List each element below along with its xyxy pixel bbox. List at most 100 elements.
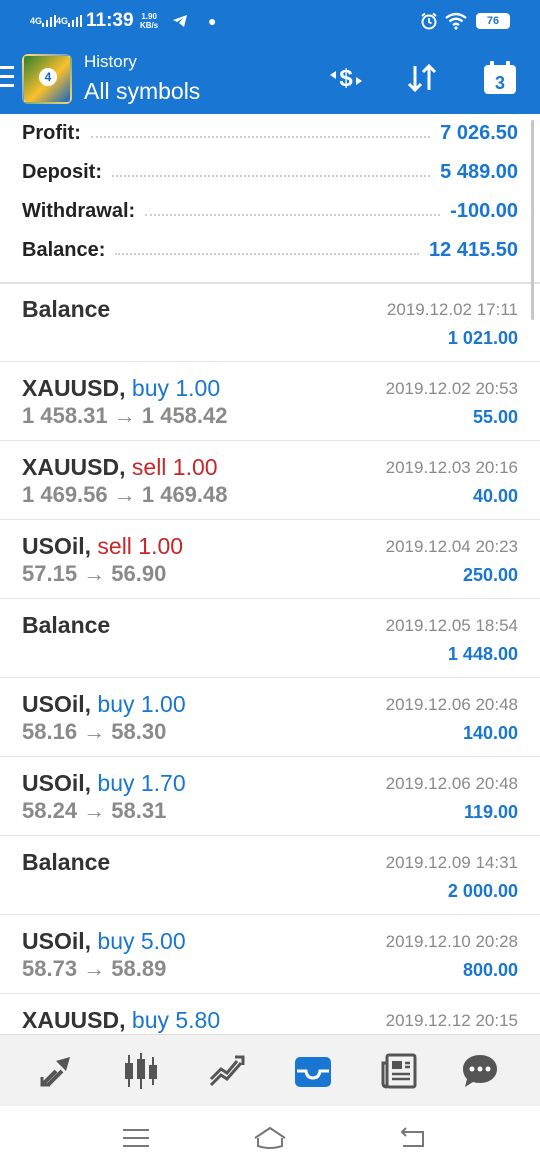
network-type-1: 4G bbox=[30, 15, 43, 26]
top-toolbar: 4 History All symbols $ 3 bbox=[0, 42, 540, 114]
deposit-withdraw-button[interactable]: $ bbox=[324, 56, 368, 100]
back-button[interactable] bbox=[392, 1122, 432, 1154]
deal-date: 2019.12.09 14:31 bbox=[385, 853, 518, 872]
network-speed: 1.90 KB/s bbox=[140, 12, 159, 30]
deal-prices: 58.73 → 58.89 bbox=[22, 956, 167, 981]
calendar-icon: 3 bbox=[484, 61, 516, 94]
history-list: Balance 2019.12.02 17:11 1 021.00 XAUUSD… bbox=[0, 284, 540, 1034]
deal-profit: 1 448.00 bbox=[447, 644, 518, 664]
list-item[interactable]: XAUUSD, buy 5.80 2019.12.12 20:15 bbox=[0, 995, 540, 1034]
deal-date: 2019.12.05 18:54 bbox=[385, 616, 518, 635]
deal-prices: 1 469.56 → 1 469.48 bbox=[22, 482, 228, 507]
nav-chart[interactable] bbox=[117, 1047, 165, 1095]
profit-label: Profit: bbox=[22, 121, 81, 144]
list-item[interactable]: XAUUSD, buy 1.00 1 458.31 → 1 458.42 201… bbox=[0, 363, 540, 441]
deal-date: 2019.12.06 20:48 bbox=[385, 774, 518, 793]
list-item[interactable]: Balance 2019.12.02 17:11 1 021.00 bbox=[0, 284, 540, 362]
deal-symbol: USOil, bbox=[22, 691, 92, 717]
deal-profit: 55.00 bbox=[472, 407, 518, 427]
list-item[interactable]: USOil, sell 1.00 57.15 → 56.90 2019.12.0… bbox=[0, 521, 540, 599]
wifi-icon bbox=[444, 0, 468, 42]
alarm-icon bbox=[420, 0, 438, 42]
dotted-leader bbox=[115, 253, 420, 255]
clock: 11:39 bbox=[86, 10, 134, 31]
sort-button[interactable] bbox=[400, 56, 444, 100]
menu-icon[interactable] bbox=[0, 66, 14, 88]
deal-symbol: XAUUSD, bbox=[22, 375, 126, 401]
list-item[interactable]: USOil, buy 1.70 58.24 → 58.31 2019.12.06… bbox=[0, 758, 540, 836]
deal-symbol: XAUUSD, bbox=[22, 1007, 126, 1033]
list-item[interactable]: XAUUSD, sell 1.00 1 469.56 → 1 469.48 20… bbox=[0, 442, 540, 520]
system-navigation-bar bbox=[0, 1106, 540, 1170]
toolbar-subtitle: History bbox=[84, 52, 137, 71]
menu-lines-icon bbox=[123, 1129, 149, 1147]
candlestick-icon bbox=[125, 1053, 157, 1089]
deposit-value: 5 489.00 bbox=[440, 160, 518, 183]
dotted-leader bbox=[145, 214, 441, 216]
nav-history[interactable] bbox=[289, 1047, 337, 1095]
home-button[interactable] bbox=[250, 1122, 290, 1154]
summary-withdrawal-row: Withdrawal: -100.00 bbox=[22, 196, 518, 226]
deal-symbol: USOil, bbox=[22, 770, 92, 796]
list-item[interactable]: USOil, buy 1.00 58.16 → 58.30 2019.12.06… bbox=[0, 679, 540, 757]
battery-indicator: 76 bbox=[476, 13, 510, 29]
metatrader-logo: 4 bbox=[22, 54, 72, 104]
deal-date: 2019.12.04 20:23 bbox=[385, 537, 518, 556]
balance-value: 12 415.50 bbox=[429, 238, 518, 261]
deal-profit: 119.00 bbox=[463, 802, 518, 822]
telegram-icon bbox=[172, 0, 188, 42]
calendar-button[interactable]: 3 bbox=[478, 56, 522, 100]
signal-2-icon: 4G bbox=[56, 0, 83, 42]
deal-side: buy 5.00 bbox=[97, 928, 186, 954]
deal-prices: 1 458.31 → 1 458.42 bbox=[22, 403, 228, 428]
signal-1-icon: 4G bbox=[30, 0, 57, 42]
newspaper-icon bbox=[381, 1053, 417, 1089]
dollar-exchange-icon: $ bbox=[330, 65, 362, 92]
deal-profit: 250.00 bbox=[462, 565, 518, 585]
deal-side: sell 1.00 bbox=[131, 454, 218, 480]
logo-number-icon: 4 bbox=[39, 68, 57, 86]
deal-prices: 58.16 → 58.30 bbox=[22, 719, 167, 744]
recent-apps-button[interactable] bbox=[116, 1122, 156, 1154]
toolbar-title[interactable]: All symbols bbox=[84, 78, 200, 105]
dotted-leader bbox=[112, 175, 431, 177]
deal-prices: 57.15 → 56.90 bbox=[22, 561, 167, 586]
nav-quotes[interactable] bbox=[32, 1047, 80, 1095]
deal-symbol: Balance bbox=[22, 296, 111, 322]
home-icon bbox=[254, 1126, 286, 1149]
deal-date: 2019.12.10 20:28 bbox=[385, 932, 518, 951]
calendar-day: 3 bbox=[495, 73, 505, 93]
withdrawal-label: Withdrawal: bbox=[22, 199, 136, 222]
deposit-label: Deposit: bbox=[22, 160, 102, 183]
summary-profit-row: Profit: 7 026.50 bbox=[22, 118, 518, 148]
history-summary: Profit: 7 026.50 Deposit: 5 489.00 Withd… bbox=[0, 114, 540, 284]
trade-trend-icon bbox=[209, 1055, 245, 1087]
deal-profit: 800.00 bbox=[462, 960, 518, 980]
list-item[interactable]: Balance 2019.12.05 18:54 1 448.00 bbox=[0, 600, 540, 678]
deal-symbol: Balance bbox=[22, 612, 111, 638]
dotted-leader bbox=[90, 136, 431, 138]
deal-profit: 1 021.00 bbox=[447, 328, 518, 348]
deal-date: 2019.12.12 20:15 bbox=[385, 1011, 518, 1030]
deal-date: 2019.12.02 17:11 bbox=[386, 300, 518, 319]
bottom-navigation bbox=[0, 1034, 540, 1106]
deal-side: sell 1.00 bbox=[97, 533, 184, 559]
deal-profit: 2 000.00 bbox=[447, 881, 518, 901]
deal-prices: 58.24 → 58.31 bbox=[22, 798, 167, 823]
notification-dot-icon: ● bbox=[208, 13, 217, 29]
withdrawal-value: -100.00 bbox=[450, 199, 518, 222]
deal-side: buy 5.80 bbox=[131, 1007, 221, 1033]
summary-deposit-row: Deposit: 5 489.00 bbox=[22, 157, 518, 187]
deal-date: 2019.12.02 20:53 bbox=[385, 379, 518, 398]
nav-news[interactable] bbox=[375, 1047, 423, 1095]
deal-symbol: USOil, bbox=[22, 533, 92, 559]
deal-profit: 40.00 bbox=[472, 486, 518, 506]
nav-trade[interactable] bbox=[203, 1047, 251, 1095]
status-bar: 4G 4G 11:39 1.90 KB/s ● 76 bbox=[0, 0, 540, 42]
deal-date: 2019.12.06 20:48 bbox=[385, 695, 518, 714]
list-item[interactable]: USOil, buy 5.00 58.73 → 58.89 2019.12.10… bbox=[0, 916, 540, 994]
svg-text:$: $ bbox=[339, 65, 353, 92]
nav-chat[interactable] bbox=[456, 1047, 504, 1095]
sort-arrows-icon bbox=[407, 63, 437, 93]
list-item[interactable]: Balance 2019.12.09 14:31 2 000.00 bbox=[0, 837, 540, 915]
